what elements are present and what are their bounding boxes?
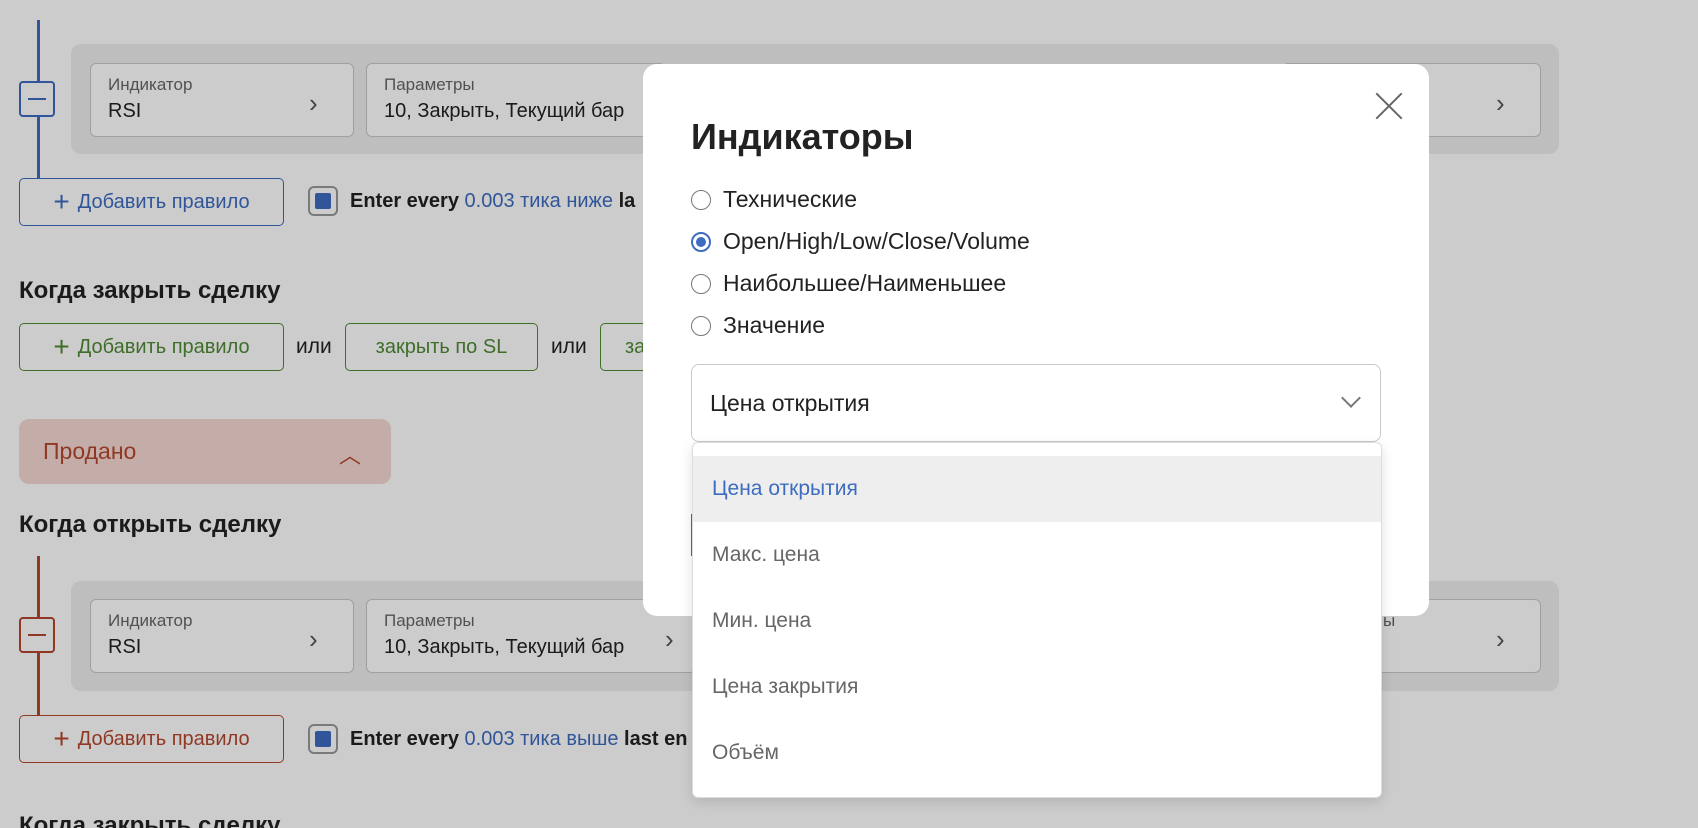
- select-value: Цена открытия: [710, 390, 870, 416]
- radio-ohlcv[interactable]: Open/High/Low/Close/Volume: [691, 228, 1030, 255]
- radio-highest-lowest[interactable]: Наибольшее/Наименьшее: [691, 270, 1006, 297]
- radio-icon: [691, 231, 711, 252]
- radio-technical[interactable]: Технические: [691, 186, 857, 213]
- radio-value[interactable]: Значение: [691, 312, 825, 339]
- dropdown-option-high[interactable]: Макс. цена: [693, 522, 1381, 588]
- radio-icon: [691, 189, 711, 210]
- dropdown-option-open[interactable]: Цена открытия: [693, 456, 1381, 522]
- price-type-select[interactable]: Цена открытия: [691, 364, 1381, 442]
- radio-icon: [691, 273, 711, 294]
- dropdown-option-volume[interactable]: Объём: [693, 720, 1381, 786]
- radio-label: Наибольшее/Наименьшее: [723, 270, 1007, 296]
- radio-label: Значение: [723, 312, 825, 338]
- price-type-dropdown: Цена открытия Макс. цена Мин. цена Цена …: [692, 442, 1382, 798]
- chevron-down-icon: [1341, 388, 1361, 408]
- dropdown-option-low[interactable]: Мин. цена: [693, 588, 1381, 654]
- radio-label: Технические: [723, 186, 858, 212]
- radio-icon: [691, 315, 711, 336]
- modal-title: Индикаторы: [691, 116, 914, 157]
- dropdown-option-close[interactable]: Цена закрытия: [693, 654, 1381, 720]
- radio-label: Open/High/Low/Close/Volume: [723, 228, 1030, 254]
- close-icon[interactable]: [1371, 88, 1407, 124]
